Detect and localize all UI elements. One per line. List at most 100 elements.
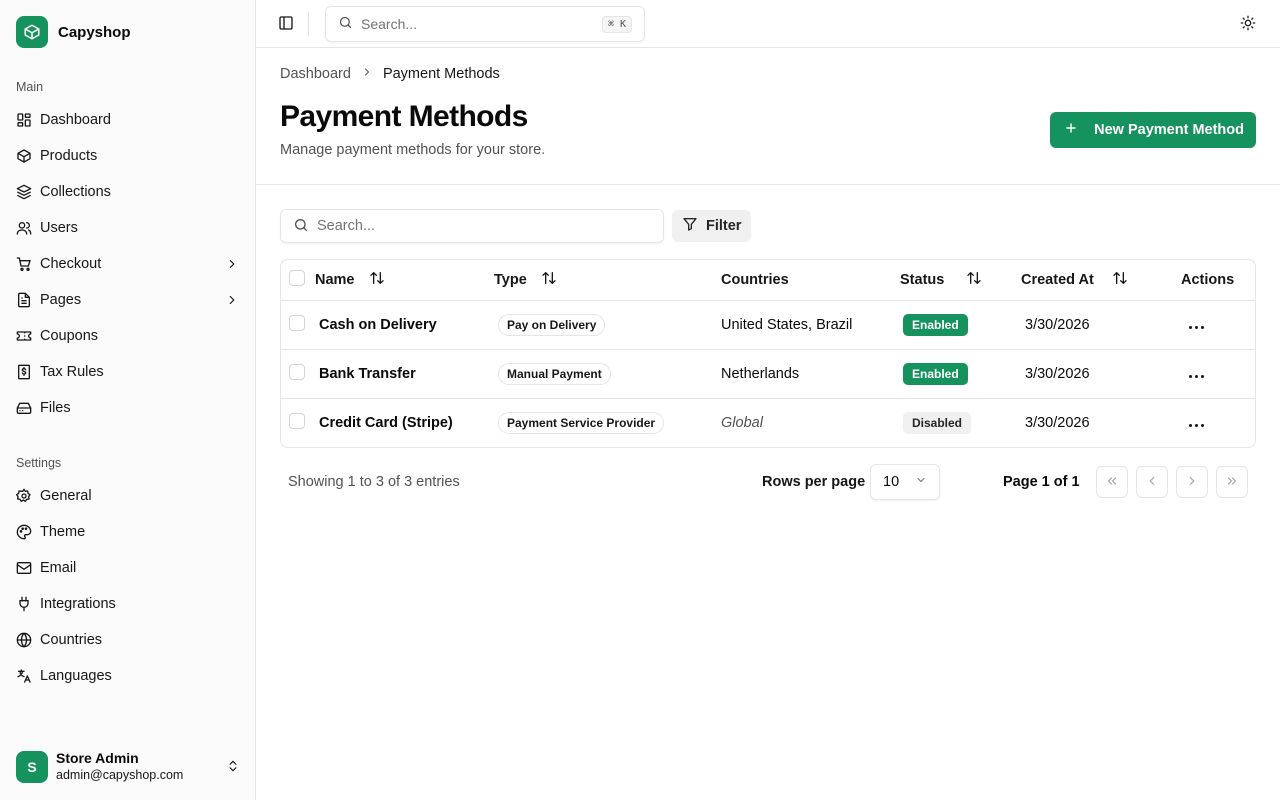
ticket-icon (16, 328, 32, 344)
column-label: Countries (721, 271, 789, 288)
sort-icon (369, 270, 385, 290)
sidebar: Capyshop Main Dashboard Products Collect… (0, 0, 256, 800)
column-created-at[interactable]: Created At (1021, 260, 1181, 300)
column-countries: Countries (721, 260, 900, 300)
sidebar-item-countries[interactable]: Countries (8, 622, 248, 658)
mail-icon (16, 560, 32, 576)
row-checkbox[interactable] (289, 412, 305, 429)
layers-icon (16, 184, 32, 200)
chevrons-up-down-icon (226, 759, 240, 776)
sidebar-item-pages[interactable]: Pages (8, 282, 248, 318)
plug-icon (16, 596, 32, 612)
more-horizontal-icon[interactable] (1185, 420, 1208, 431)
column-actions: Actions (1181, 260, 1255, 300)
filter-button[interactable]: Filter (672, 210, 752, 242)
sidebar-item-email[interactable]: Email (8, 550, 248, 586)
created-at-cell: 3/30/2026 (1021, 348, 1181, 398)
sidebar-item-label: Products (40, 148, 98, 164)
next-page-button[interactable] (1176, 466, 1208, 498)
sidebar-item-dashboard[interactable]: Dashboard (8, 102, 248, 138)
sidebar-item-files[interactable]: Files (8, 390, 248, 426)
cart-icon (16, 256, 32, 272)
user-info: Store Admin admin@capyshop.com (56, 750, 218, 784)
main-content: ⌘ K Dashboard Payment Methods Payment Me… (256, 0, 1280, 800)
dashboard-icon (16, 112, 32, 128)
package-icon (16, 148, 32, 164)
global-search[interactable]: ⌘ K (325, 6, 645, 42)
previous-page-button[interactable] (1136, 466, 1168, 498)
more-horizontal-icon[interactable] (1185, 371, 1208, 382)
column-name[interactable]: Name (315, 260, 494, 300)
table-row[interactable]: Bank Transfer Manual Payment Netherlands… (281, 348, 1255, 398)
page-header: Dashboard Payment Methods Payment Method… (256, 48, 1280, 185)
palette-icon (16, 524, 32, 540)
user-menu[interactable]: S Store Admin admin@capyshop.com (16, 750, 240, 784)
hard-drive-icon (16, 400, 32, 416)
type-badge: Payment Service Provider (498, 411, 665, 434)
sidebar-item-products[interactable]: Products (8, 138, 248, 174)
languages-icon (16, 668, 32, 684)
actions-cell (1181, 397, 1255, 447)
countries-cell: United States, Brazil (721, 299, 900, 349)
search-icon (293, 217, 309, 236)
sidebar-item-theme[interactable]: Theme (8, 514, 248, 550)
sidebar-item-tax-rules[interactable]: Tax Rules (8, 354, 248, 390)
sidebar-item-label: Languages (40, 668, 112, 684)
chevron-right-icon (224, 256, 240, 272)
type-cell: Manual Payment (494, 348, 721, 398)
status-badge: Enabled (903, 362, 968, 385)
row-select-cell (281, 397, 315, 447)
column-label: Created At (1021, 271, 1094, 288)
status-cell: Enabled (900, 299, 1021, 349)
sun-icon (1240, 15, 1256, 34)
chevron-right-icon (224, 292, 240, 308)
global-search-input[interactable] (361, 16, 594, 32)
row-checkbox[interactable] (289, 363, 305, 380)
sidebar-item-collections[interactable]: Collections (8, 174, 248, 210)
sidebar-item-checkout[interactable]: Checkout (8, 246, 248, 282)
status-badge: Disabled (903, 411, 972, 434)
sidebar-item-label: Tax Rules (40, 364, 104, 380)
select-all-checkbox[interactable] (289, 269, 305, 286)
sidebar-item-languages[interactable]: Languages (8, 658, 248, 694)
user-name: Store Admin (56, 750, 139, 766)
sidebar-item-label: Collections (40, 184, 111, 200)
breadcrumb-link-dashboard[interactable]: Dashboard (280, 66, 351, 82)
table-row[interactable]: Cash on Delivery Pay on Delivery United … (281, 299, 1255, 349)
theme-toggle-button[interactable] (1238, 14, 1258, 34)
countries-cell: Netherlands (721, 348, 900, 398)
table-search-input[interactable] (317, 218, 651, 234)
last-page-button[interactable] (1216, 466, 1248, 498)
sidebar-item-general[interactable]: General (8, 478, 248, 514)
column-status[interactable]: Status (900, 260, 1021, 300)
sidebar-toggle-button[interactable] (276, 14, 296, 34)
nav-group-label-main: Main (16, 80, 44, 94)
plus-icon (1064, 121, 1078, 139)
row-select-cell (281, 348, 315, 398)
rows-per-page-select[interactable]: 10 (870, 464, 940, 500)
sort-icon (966, 270, 982, 290)
breadcrumb-current: Payment Methods (382, 66, 500, 82)
breadcrumb: Dashboard Payment Methods (280, 66, 500, 82)
table-row[interactable]: Credit Card (Stripe) Payment Service Pro… (281, 397, 1255, 447)
sidebar-item-coupons[interactable]: Coupons (8, 318, 248, 354)
table-search[interactable] (280, 209, 664, 243)
sidebar-item-label: Theme (40, 524, 86, 540)
sidebar-item-integrations[interactable]: Integrations (8, 586, 248, 622)
app-root: Capyshop Main Dashboard Products Collect… (0, 0, 1280, 800)
column-label: Actions (1181, 271, 1235, 288)
brand[interactable]: Capyshop (16, 16, 131, 48)
sidebar-item-users[interactable]: Users (8, 210, 248, 246)
shortcut-badge: ⌘ K (601, 15, 632, 33)
showing-entries-text: Showing 1 to 3 of 3 entries (288, 474, 460, 490)
column-type[interactable]: Type (494, 260, 721, 300)
first-page-button[interactable] (1096, 466, 1128, 498)
new-payment-method-button[interactable]: New Payment Method (1050, 112, 1256, 148)
chevron-right-icon (361, 66, 373, 82)
sort-icon (541, 270, 557, 290)
row-checkbox[interactable] (289, 314, 305, 331)
page-indicator: Page 1 of 1 (1003, 474, 1080, 490)
chevron-down-icon (915, 474, 927, 490)
more-horizontal-icon[interactable] (1185, 322, 1208, 333)
sort-icon (1112, 270, 1128, 290)
